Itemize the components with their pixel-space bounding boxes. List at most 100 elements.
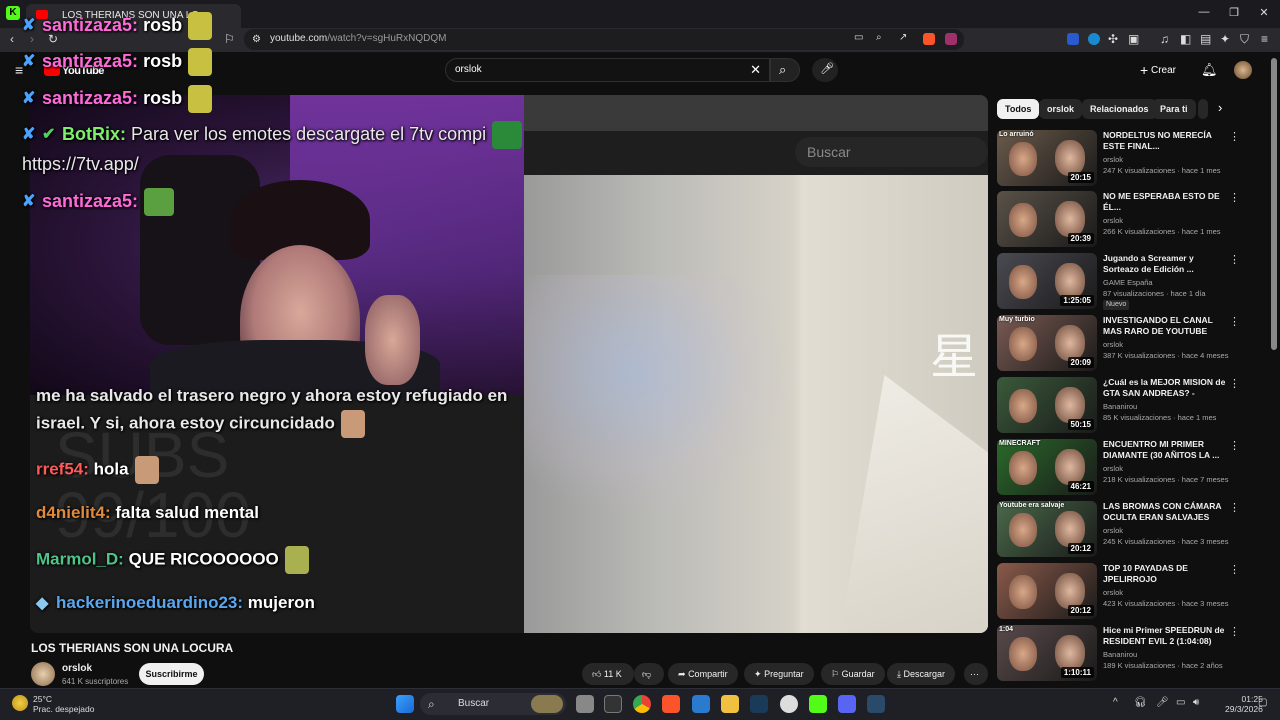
ai-icon[interactable]: ✦	[1220, 32, 1230, 46]
weather-icon[interactable]	[12, 695, 28, 711]
recommendation-title[interactable]: Jugando a Screamer y Sorteazo de Edición…	[1103, 253, 1227, 275]
recommendation-title[interactable]: ENCUENTRO MI PRIMER DIAMANTE (30 AÑITOS …	[1103, 439, 1227, 461]
url-text[interactable]: youtube.com/watch?v=sgHuRxNQDQM	[270, 33, 446, 44]
steam-alt-icon[interactable]	[867, 695, 885, 713]
recommendation-channel[interactable]: Bananirou	[1103, 402, 1137, 411]
recommendation-title[interactable]: INVESTIGANDO EL CANAL MAS RARO DE YOUTUB…	[1103, 315, 1227, 337]
recommendation-item[interactable]: 20:12 TOP 10 PAYADAS DE JPELIRROJO orslok 4…	[997, 563, 1247, 621]
recommendation-channel[interactable]: Bananirou	[1103, 650, 1137, 659]
file-explorer-icon[interactable]	[721, 695, 739, 713]
recommendation-channel[interactable]: orslok	[1103, 216, 1123, 225]
video-thumbnail[interactable]: Lo arruinó 20:15	[997, 130, 1097, 186]
more-options-icon[interactable]: ⋮	[1229, 439, 1240, 452]
chip-relacionados[interactable]: Relacionados	[1082, 99, 1157, 119]
bookmark-icon[interactable]: ⚐	[224, 32, 235, 46]
dislike-button[interactable]: 👎︎	[634, 663, 664, 685]
brave-shield-icon[interactable]	[923, 33, 935, 45]
recommendation-item[interactable]: 1:04 1:10:11 Hice mi Primer SPEEDRUN de RE…	[997, 625, 1247, 683]
store-icon[interactable]	[692, 695, 710, 713]
create-button[interactable]: + Crear	[1140, 62, 1176, 78]
minimize-button[interactable]: —	[1196, 6, 1212, 18]
search-input[interactable]: orslok ✕	[445, 58, 770, 82]
headset-icon[interactable]: 🎧︎	[1134, 697, 1147, 708]
back-icon[interactable]: ‹	[10, 32, 14, 46]
site-info-icon[interactable]: ⚙	[252, 34, 261, 45]
video-thumbnail[interactable]: MINECRAFT 46:21	[997, 439, 1097, 495]
more-options-icon[interactable]: ⋮	[1229, 501, 1240, 514]
share-button[interactable]: ➦ Compartir	[668, 663, 738, 685]
maximize-button[interactable]: ❐	[1226, 6, 1242, 19]
video-thumbnail[interactable]: Muy turbio 20:09	[997, 315, 1097, 371]
recommendation-item[interactable]: MINECRAFT 46:21 ENCUENTRO MI PRIMER DIAMAN…	[997, 439, 1247, 497]
extension-icon-2[interactable]	[1088, 33, 1100, 45]
save-button[interactable]: ⚐ Guardar	[821, 663, 885, 685]
channel-name[interactable]: orslok	[62, 663, 92, 674]
volume-icon[interactable]: 🔊︎	[1193, 697, 1199, 708]
extension-icon-1[interactable]	[1067, 33, 1079, 45]
share-icon[interactable]: ↗	[899, 32, 907, 43]
recommendation-title[interactable]: Hice mi Primer SPEEDRUN de RESIDENT EVIL…	[1103, 625, 1227, 647]
recommendation-item[interactable]: Youtube era salvaje 20:12 LAS BROMAS CON C…	[997, 501, 1247, 559]
more-options-icon[interactable]: ⋮	[1229, 625, 1240, 638]
recommendation-item[interactable]: Muy turbio 20:09 INVESTIGANDO EL CANAL MAS…	[997, 315, 1247, 373]
like-button[interactable]: 👍︎ 11 K	[582, 663, 634, 685]
download-button[interactable]: ⤓ Descargar	[887, 663, 956, 685]
video-thumbnail[interactable]: 20:12	[997, 563, 1097, 619]
mic-tray-icon[interactable]: 🎤︎	[1156, 697, 1169, 708]
search-button[interactable]: ⌕	[770, 58, 800, 82]
recommendation-title[interactable]: LAS BROMAS CON CÁMARA OCULTA ERAN SALVAJ…	[1103, 501, 1227, 523]
recommendation-item[interactable]: Lo arruinó 20:15 NORDELTUS NO MERECÍA ESTE…	[997, 130, 1247, 188]
tray-chevron-icon[interactable]: ^	[1113, 697, 1118, 708]
music-icon[interactable]: ♫	[1160, 32, 1169, 46]
video-thumbnail[interactable]: 1:25:05	[997, 253, 1097, 309]
chip-more[interactable]	[1198, 99, 1208, 119]
windows-start-icon[interactable]	[396, 695, 414, 713]
notifications-bell-icon[interactable]: 🔔︎	[1201, 62, 1218, 78]
brave-icon[interactable]	[662, 695, 680, 713]
more-options-icon[interactable]: ⋮	[1229, 315, 1240, 328]
github-icon[interactable]	[780, 695, 798, 713]
weather-widget[interactable]: 25°C Prac. despejado	[33, 694, 94, 714]
recommendation-title[interactable]: ¿Cuál es la MEJOR MISION de GTA SAN ANDR…	[1103, 377, 1227, 399]
voice-search-button[interactable]: 🎤︎	[812, 58, 838, 82]
sidebar-icon[interactable]: ▣	[1128, 32, 1139, 46]
more-options-icon[interactable]: ⋮	[1229, 191, 1240, 204]
extensions-icon[interactable]: ✣	[1108, 32, 1118, 46]
video-thumbnail[interactable]: Youtube era salvaje 20:12	[997, 501, 1097, 557]
chip-orslok[interactable]: orslok	[1039, 99, 1083, 119]
recommendation-channel[interactable]: GAME España	[1103, 278, 1153, 287]
wallet-icon[interactable]: ▤	[1200, 32, 1211, 46]
chip-todos[interactable]: Todos	[997, 99, 1040, 119]
chips-next-icon[interactable]: ›	[1218, 100, 1222, 115]
channel-avatar[interactable]	[31, 662, 55, 686]
discord-icon[interactable]	[838, 695, 856, 713]
recommendation-channel[interactable]: orslok	[1103, 464, 1123, 473]
video-thumbnail[interactable]: 1:04 1:10:11	[997, 625, 1097, 681]
menu-icon[interactable]: ≡	[1261, 32, 1268, 46]
side-panel-icon[interactable]: ◧	[1180, 32, 1191, 46]
recommendation-channel[interactable]: orslok	[1103, 588, 1123, 597]
recommendation-title[interactable]: NO ME ESPERABA ESTO DE ÉL...	[1103, 191, 1227, 213]
zoom-icon[interactable]: ⌕	[876, 32, 882, 43]
ask-button[interactable]: ✦ Preguntar	[744, 663, 814, 685]
network-icon[interactable]: ▭	[1176, 697, 1185, 708]
more-options-icon[interactable]: ⋮	[1229, 563, 1240, 576]
recommendation-title[interactable]: NORDELTUS NO MERECÍA ESTE FINAL...	[1103, 130, 1227, 152]
video-thumbnail[interactable]: 50:15	[997, 377, 1097, 433]
video-thumbnail[interactable]: 20:39	[997, 191, 1097, 247]
more-options-icon[interactable]: ⋮	[1229, 130, 1240, 143]
close-window-button[interactable]: ✕	[1256, 6, 1272, 19]
brave-rewards-icon[interactable]	[945, 33, 957, 45]
more-options-icon[interactable]: ⋮	[1229, 377, 1240, 390]
more-actions-button[interactable]: ⋯	[964, 663, 988, 685]
steam-icon[interactable]	[750, 695, 768, 713]
recommendation-channel[interactable]: orslok	[1103, 155, 1123, 164]
notifications-icon[interactable]: ▢	[1258, 697, 1267, 708]
recommendation-channel[interactable]: orslok	[1103, 526, 1123, 535]
recommendation-channel[interactable]: orslok	[1103, 340, 1123, 349]
chip-para-ti[interactable]: Para ti	[1152, 99, 1196, 119]
kick-taskbar-icon[interactable]	[809, 695, 827, 713]
recommendation-item[interactable]: 1:25:05 Jugando a Screamer y Sorteazo de …	[997, 253, 1247, 311]
epic-games-icon[interactable]	[604, 695, 622, 713]
page-scrollbar[interactable]	[1271, 58, 1277, 350]
